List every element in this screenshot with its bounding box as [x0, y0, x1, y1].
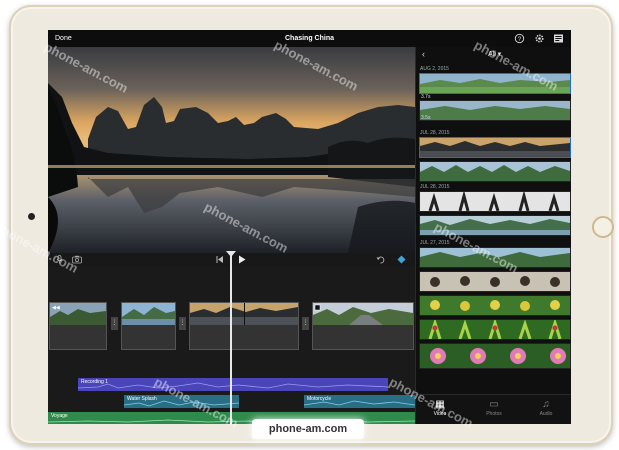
library-clip[interactable]	[419, 191, 571, 212]
timeline[interactable]: ◀◀ ⋮ ⋮ ⋮ Recording 1 Water Splash Motorc…	[48, 267, 415, 424]
undo-icon[interactable]	[376, 255, 385, 266]
tab-photos[interactable]: ▭ Photos	[474, 398, 514, 417]
help-icon[interactable]: ?	[514, 33, 525, 44]
video-icon: ▦	[435, 399, 445, 410]
video-clip[interactable]	[189, 302, 299, 350]
date-header: JUL 28, 2015	[420, 184, 450, 190]
library-clip[interactable]	[419, 73, 571, 94]
watermark-banner: phone-am.com	[252, 419, 364, 439]
library-clip[interactable]	[419, 271, 571, 292]
library-header: ‹ All ▾	[416, 47, 571, 61]
tools-icon[interactable]	[397, 255, 406, 266]
tab-label: Photos	[486, 411, 502, 417]
project-settings-icon[interactable]	[553, 33, 564, 44]
date-header: AUG 2, 2015	[420, 66, 449, 72]
media-library: ‹ All ▾ AUG 2, 2015 3.7s 3.5s JUL 28, 20…	[415, 47, 571, 424]
library-clip[interactable]	[419, 319, 571, 340]
tab-label: Audio	[539, 411, 553, 417]
library-clip[interactable]	[419, 161, 571, 182]
camera-icon[interactable]	[72, 255, 82, 266]
video-clip[interactable]: ◀◀	[49, 302, 107, 350]
transition-marker[interactable]: ⋮	[111, 317, 118, 330]
library-clip[interactable]	[419, 295, 571, 316]
transition-marker[interactable]: ⋮	[302, 317, 309, 330]
library-tabs: ▦ Video ▭ Photos ♫ Audio	[416, 394, 571, 424]
date-header: JUL 27, 2015	[420, 240, 450, 246]
clip-duration: 3.5s	[421, 115, 431, 121]
video-clip[interactable]	[312, 302, 414, 350]
library-clip[interactable]	[419, 215, 571, 236]
library-clip[interactable]	[419, 100, 571, 121]
top-bar: Done Chasing China ?	[48, 30, 571, 47]
skip-back-icon[interactable]	[216, 255, 224, 266]
tab-label: Video	[433, 411, 447, 417]
audio-track-recording[interactable]: Recording 1	[78, 378, 388, 391]
library-clip[interactable]	[419, 343, 571, 369]
playhead[interactable]	[230, 255, 232, 424]
tab-video[interactable]: ▦ Video	[420, 398, 460, 417]
audio-track-motorcycle[interactable]: Motorcycle	[304, 395, 415, 408]
library-clip[interactable]	[419, 137, 571, 158]
imovie-screen: Done Chasing China ? ◀◀ ⋮ ⋮ ⋮ Recording …	[48, 30, 571, 424]
home-button[interactable]	[592, 216, 614, 238]
gear-icon[interactable]	[534, 33, 545, 44]
filter-dropdown[interactable]: All ▾	[488, 50, 501, 58]
video-preview[interactable]	[48, 47, 415, 253]
audio-track-water-splash[interactable]: Water Splash	[124, 395, 239, 408]
tab-audio[interactable]: ♫ Audio	[526, 398, 566, 417]
library-clip[interactable]	[419, 247, 571, 268]
photos-icon: ▭	[489, 399, 499, 410]
front-camera	[28, 213, 35, 220]
back-icon[interactable]: ‹	[422, 49, 425, 59]
svg-text:◀◀: ◀◀	[52, 305, 60, 311]
date-header: JUL 28, 2015	[420, 130, 450, 136]
microphone-icon[interactable]	[56, 255, 63, 266]
transition-marker[interactable]: ⋮	[179, 317, 186, 330]
video-clip[interactable]	[121, 302, 176, 350]
play-icon[interactable]	[238, 255, 246, 266]
audio-icon: ♫	[542, 399, 550, 410]
project-title: Chasing China	[284, 35, 334, 42]
